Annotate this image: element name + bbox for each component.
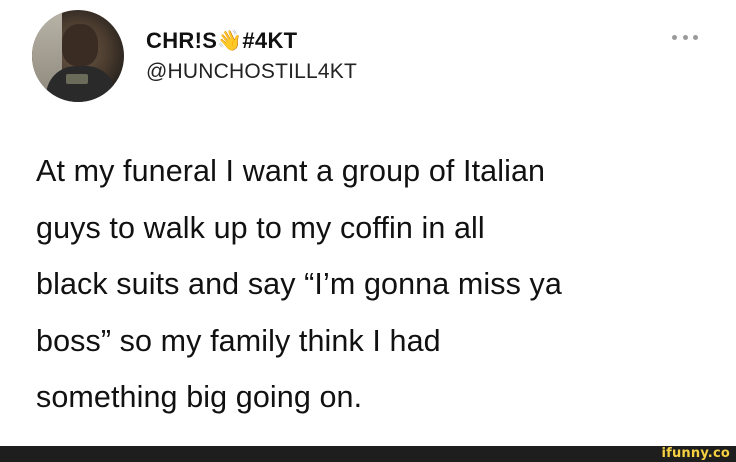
display-name[interactable]: CHR!S👋#4KT (146, 28, 297, 54)
user-handle[interactable]: @HUNCHOSTILL4KT (146, 60, 357, 84)
display-name-text: CHR!S (146, 28, 218, 53)
more-dot-icon (672, 34, 677, 40)
more-dot-icon (682, 34, 688, 40)
tweet-card: CHR!S👋#4KT @HUNCHOSTILL4KT At my funeral… (0, 0, 736, 446)
avatar[interactable] (32, 10, 124, 102)
wave-icon: 👋 (217, 30, 243, 52)
watermark-bar: ifunny.co (0, 446, 736, 462)
avatar-shirt (46, 66, 116, 102)
tweet-text: At my funeral I want a group of Italian … (36, 154, 562, 414)
avatar-face (62, 24, 98, 66)
ifunny-watermark: ifunny.co (661, 446, 730, 461)
avatar-shirt-print (66, 74, 88, 84)
more-dot-icon (693, 34, 698, 40)
more-options-button[interactable] (672, 32, 698, 42)
display-name-suffix: #4KT (242, 28, 298, 53)
